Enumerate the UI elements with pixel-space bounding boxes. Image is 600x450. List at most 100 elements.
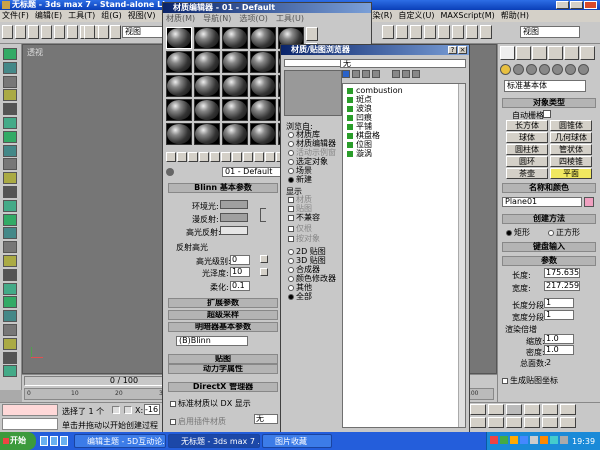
tray-icon-3[interactable] xyxy=(520,436,528,444)
view-list-icons-icon[interactable] xyxy=(352,70,360,78)
type-option-2[interactable]: 合成器 xyxy=(288,265,336,274)
goto-end-icon[interactable] xyxy=(542,404,558,415)
mat-menu-item-3[interactable]: 工具(U) xyxy=(276,14,304,24)
tray-icon-7[interactable] xyxy=(560,436,568,444)
mat-rollout-4[interactable]: 动力学属性 xyxy=(168,364,278,374)
quick-render-icon[interactable] xyxy=(480,25,492,39)
sample-slot-2[interactable] xyxy=(222,27,248,49)
autogrid-checkbox[interactable] xyxy=(543,110,551,118)
pan-icon[interactable] xyxy=(506,417,522,428)
tray-icon-6[interactable] xyxy=(550,436,558,444)
browse-from-option-2[interactable]: 活动示例窗 xyxy=(288,148,336,157)
menu-item-0[interactable]: 文件(F) xyxy=(2,11,29,21)
loft-icon[interactable] xyxy=(3,199,17,212)
motion-tab-icon[interactable] xyxy=(548,46,563,60)
menu-item-1[interactable]: 编辑(E) xyxy=(35,11,62,21)
maxscript-mini-listener[interactable] xyxy=(2,418,58,430)
x-coordinate-field[interactable]: -16. xyxy=(144,404,160,415)
object-button-0[interactable]: 长方体 xyxy=(506,120,548,131)
show-map-icon[interactable] xyxy=(243,152,253,162)
glossiness-spinner[interactable]: 10 xyxy=(230,267,250,277)
sample-slot-18[interactable] xyxy=(250,99,276,121)
length-spinner[interactable]: 175.635 xyxy=(544,268,580,278)
checkbox-icon[interactable] xyxy=(288,235,294,242)
dx-display-option[interactable]: 标准材质以 DX 显示 xyxy=(170,398,251,409)
sample-slot-22[interactable] xyxy=(222,123,248,145)
type-option-3[interactable]: 颜色修改器 xyxy=(288,274,336,283)
browser-item-3[interactable]: 凹痕 xyxy=(347,113,465,122)
ie-icon[interactable] xyxy=(40,436,48,446)
mat-side-tool-0[interactable] xyxy=(306,27,318,41)
object-button-2[interactable]: 球体 xyxy=(506,132,548,143)
ambient-swatch[interactable] xyxy=(220,200,248,209)
method-rectangle[interactable]: 矩形 xyxy=(506,227,530,238)
sample-slot-0[interactable] xyxy=(166,27,192,49)
maximize-viewport-icon[interactable] xyxy=(560,417,576,428)
object-color-swatch[interactable] xyxy=(584,197,594,207)
checkbox-icon[interactable] xyxy=(288,196,294,203)
radio-icon[interactable] xyxy=(288,149,294,156)
browse-from-option-0[interactable]: 材质库 xyxy=(288,130,336,139)
taskbar-item-0[interactable]: 编辑主题 - 5D互动论... xyxy=(74,434,166,448)
maximize-icon[interactable] xyxy=(570,1,583,9)
mesh-icon[interactable] xyxy=(3,268,17,281)
sample-slot-12[interactable] xyxy=(222,75,248,97)
helpers-icon[interactable] xyxy=(552,64,563,75)
browser-help-button[interactable]: ? xyxy=(448,46,457,54)
object-button-4[interactable]: 圆柱体 xyxy=(506,144,548,155)
helper-icon[interactable] xyxy=(3,117,17,129)
rotate-icon[interactable] xyxy=(110,25,121,39)
spacewarps-icon[interactable] xyxy=(565,64,576,75)
type-option-5[interactable]: 全部 xyxy=(288,292,336,301)
scale-spinner[interactable]: 1.0 xyxy=(544,334,574,344)
clear-icon[interactable] xyxy=(412,70,420,78)
spacewarp-icon[interactable] xyxy=(3,130,17,143)
systems-icon[interactable] xyxy=(3,144,17,157)
time-config-icon[interactable] xyxy=(560,404,576,415)
fov-icon[interactable] xyxy=(542,417,558,428)
extrude-icon[interactable] xyxy=(3,186,17,198)
bind-space-warp-icon[interactable] xyxy=(54,25,65,39)
menu-item-4[interactable]: 视图(V) xyxy=(128,11,156,21)
layer-icon[interactable] xyxy=(410,25,422,39)
menu-item-3[interactable]: 组(G) xyxy=(101,11,121,21)
unlink-icon[interactable] xyxy=(41,25,52,39)
display-icon[interactable] xyxy=(3,365,17,378)
browser-list[interactable]: combustion 斑点 波浪 凹痕 平铺 棋盘格 位图 漩涡 xyxy=(342,83,466,428)
selection-filter-icon[interactable] xyxy=(67,25,78,39)
pick-material-icon[interactable] xyxy=(166,168,174,176)
width-spinner[interactable]: 217.259 xyxy=(544,281,580,291)
density-spinner[interactable]: 1.0 xyxy=(544,345,574,355)
bevel-icon[interactable] xyxy=(3,172,17,185)
radio-icon[interactable] xyxy=(288,140,294,147)
enable-plugin-checkbox[interactable] xyxy=(170,418,176,425)
sample-slot-15[interactable] xyxy=(166,99,192,121)
checkbox-icon[interactable] xyxy=(288,225,294,232)
geometry-icon[interactable] xyxy=(500,64,511,75)
object-button-9[interactable]: 平面 xyxy=(550,168,592,179)
zoom-icon[interactable] xyxy=(470,417,486,428)
browse-from-option-4[interactable]: 场景 xyxy=(288,166,336,175)
noise-icon[interactable] xyxy=(3,227,17,240)
name-color-rollout[interactable]: 名称和颜色 xyxy=(502,183,596,193)
object-name-field[interactable]: Plane01 xyxy=(502,197,582,207)
browser-item-1[interactable]: 斑点 xyxy=(347,95,465,104)
length-segs-spinner[interactable]: 1 xyxy=(544,298,574,308)
update-scene-icon[interactable] xyxy=(392,70,400,78)
put-to-scene-icon[interactable] xyxy=(177,152,187,162)
media-icon[interactable] xyxy=(60,436,68,446)
type-option-4[interactable]: 其他 xyxy=(288,283,336,292)
desktop-icon[interactable] xyxy=(50,436,58,446)
sample-slot-16[interactable] xyxy=(194,99,220,121)
key-mode-icon[interactable] xyxy=(470,404,486,415)
browser-close-icon[interactable]: × xyxy=(458,46,467,54)
skin-icon[interactable] xyxy=(3,282,17,295)
orbit-icon[interactable] xyxy=(524,417,540,428)
schematic-icon[interactable] xyxy=(438,25,450,39)
mat-menu-item-2[interactable]: 选项(O) xyxy=(239,14,268,24)
reactor-icon[interactable] xyxy=(3,337,17,350)
redo-icon[interactable] xyxy=(15,25,26,39)
align-icon[interactable] xyxy=(396,25,408,39)
sample-slot-13[interactable] xyxy=(250,75,276,97)
object-button-6[interactable]: 圆环 xyxy=(506,156,548,167)
